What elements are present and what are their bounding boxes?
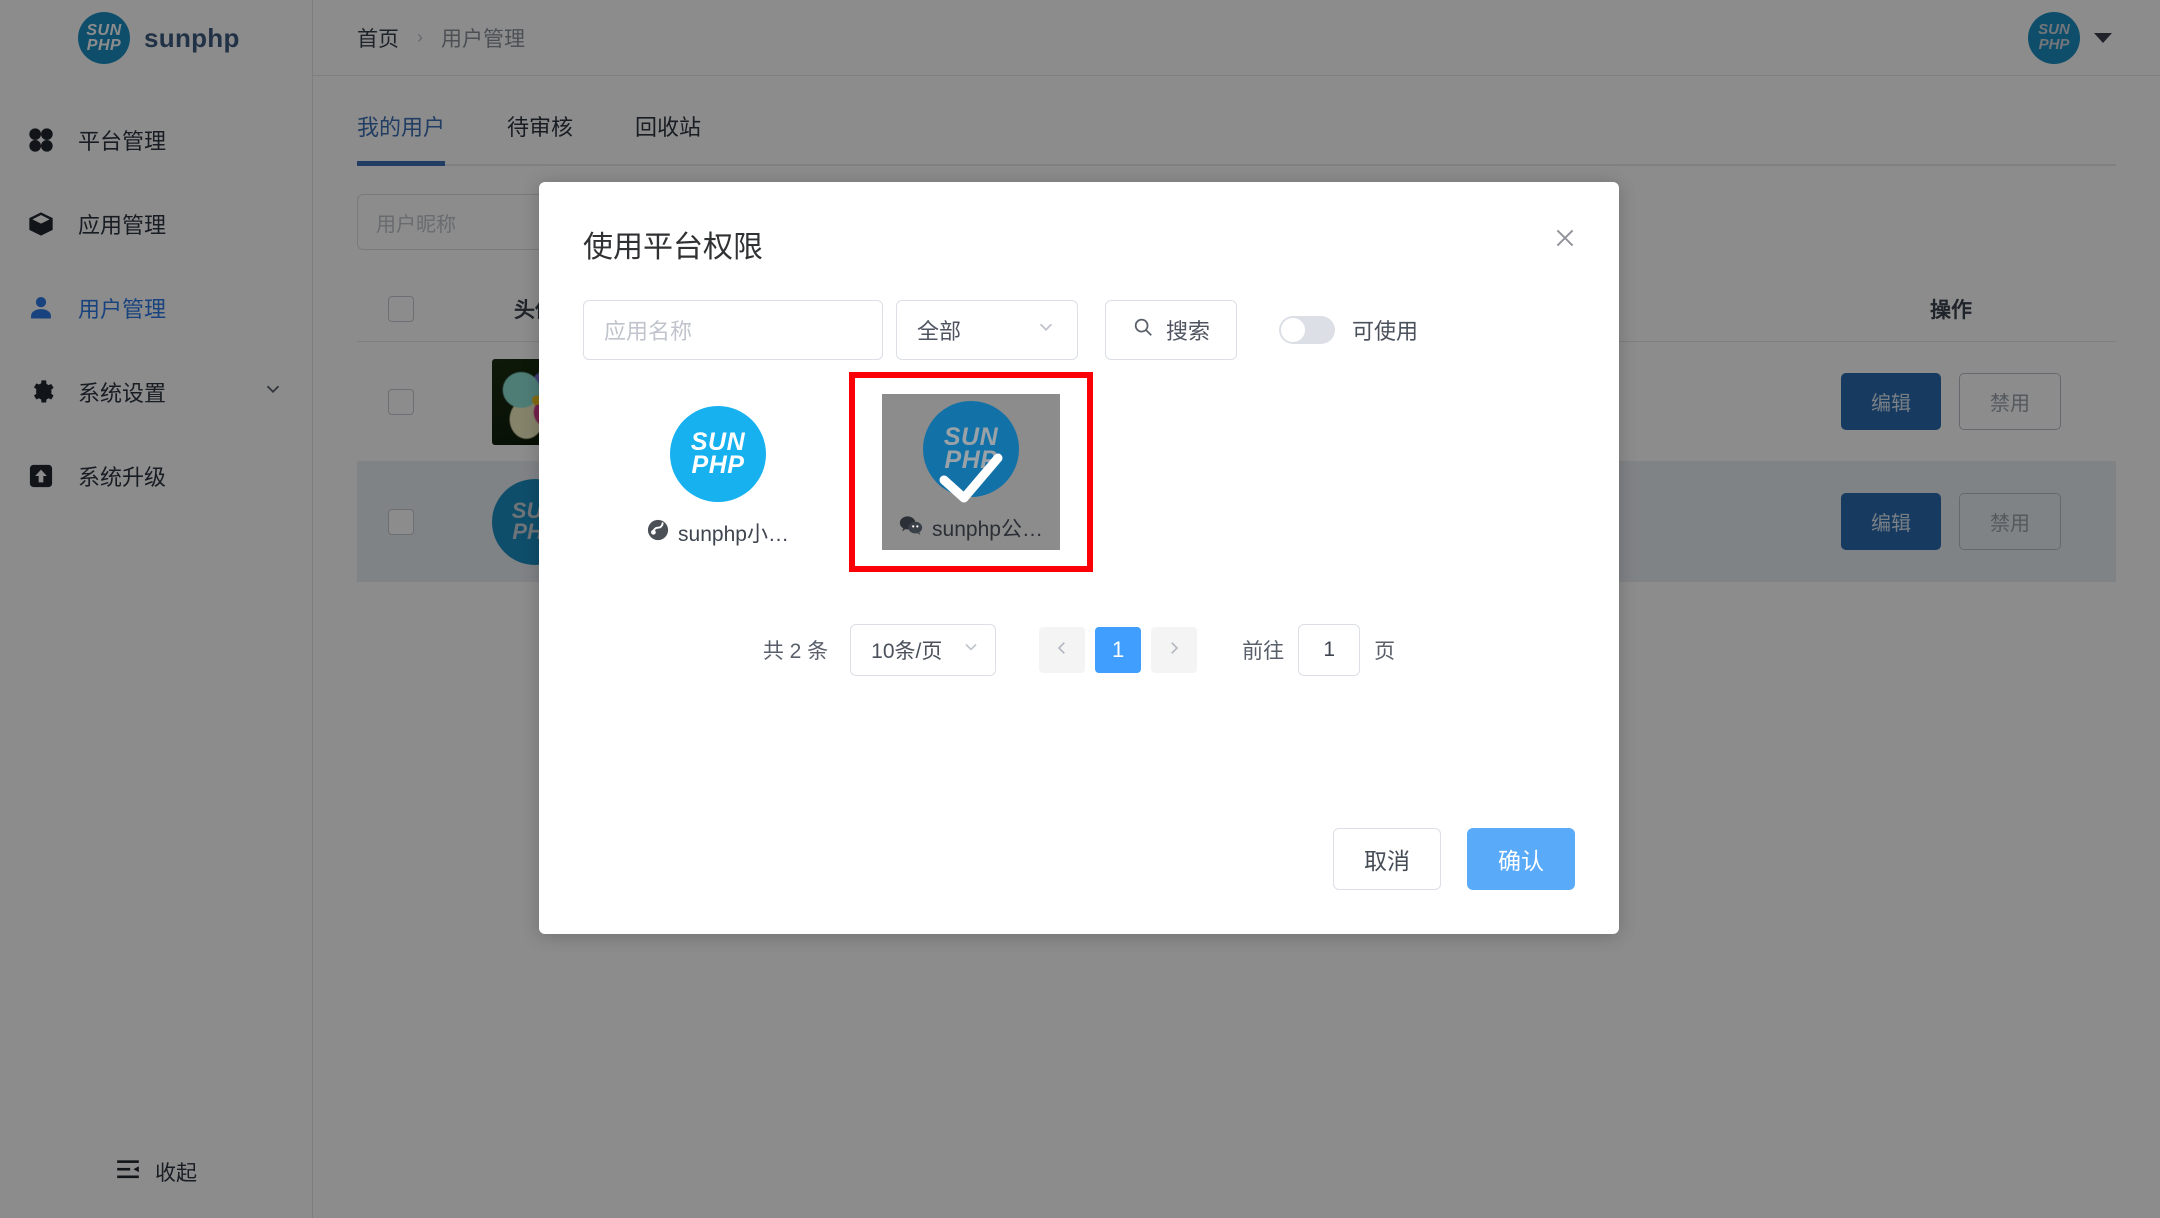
- app-card-list: SUN PHP sunphp小… SUN PHP sunphp公…: [583, 372, 1575, 572]
- annotation-highlight-box: SUN PHP sunphp公…: [849, 372, 1093, 572]
- app-type-select[interactable]: 全部: [896, 300, 1078, 360]
- page-size-select[interactable]: 10条/页: [850, 624, 997, 676]
- app-type-select-value: 全部: [917, 319, 962, 344]
- app-card-name: sunphp公…: [932, 518, 1043, 541]
- pagination-page-1[interactable]: 1: [1095, 627, 1142, 673]
- app-card-sunphp-mini[interactable]: SUN PHP sunphp小…: [630, 406, 806, 548]
- search-button-label: 搜索: [1166, 319, 1211, 344]
- close-icon[interactable]: [1545, 218, 1585, 258]
- search-icon: [1132, 316, 1154, 344]
- app-name-input[interactable]: 应用名称: [583, 300, 883, 360]
- dialog-search-row: 应用名称 全部 搜索 可使用: [583, 300, 1575, 360]
- chevron-left-icon: [1053, 637, 1071, 663]
- app-card-container: SUN PHP sunphp小…: [593, 390, 843, 572]
- check-icon: [934, 450, 1008, 513]
- app-card-label-row: sunphp小…: [647, 518, 789, 548]
- pagination-next-button[interactable]: [1151, 627, 1198, 673]
- chevron-down-icon: [961, 637, 981, 663]
- search-button[interactable]: 搜索: [1105, 300, 1238, 360]
- chevron-right-icon: [1165, 637, 1183, 663]
- page-size-value: 10条/页: [871, 640, 943, 663]
- usable-toggle-label: 可使用: [1352, 319, 1419, 344]
- usable-toggle[interactable]: [1279, 316, 1336, 344]
- app-card-selected-mask: SUN PHP sunphp公…: [882, 394, 1060, 550]
- dialog-footer: 取消 确认: [539, 828, 1619, 934]
- confirm-button[interactable]: 确认: [1467, 828, 1575, 890]
- screen-root: SUN PHP sunphp 平台管理 应用管理 用户管理 系统设置 系统升级 …: [0, 0, 2160, 1218]
- app-card-name: sunphp小…: [678, 523, 789, 546]
- usable-toggle-group: 可使用: [1279, 314, 1418, 346]
- pagination-goto-input[interactable]: 1: [1298, 624, 1361, 676]
- pagination-prev-button[interactable]: [1039, 627, 1086, 673]
- app-card-sunphp-official[interactable]: SUN PHP sunphp公…: [882, 394, 1060, 550]
- dialog-header: 使用平台权限: [539, 182, 1619, 266]
- app-logo-line2: PHP: [691, 451, 745, 479]
- dialog-title: 使用平台权限: [583, 231, 763, 264]
- app-logo-icon: SUN PHP: [670, 406, 766, 502]
- pagination-goto-label: 前往: [1242, 640, 1285, 663]
- wechat-icon: [899, 514, 923, 542]
- pagination: 共 2 条 10条/页 1 前往 1 页: [583, 624, 1575, 676]
- dialog-body: 应用名称 全部 搜索 可使用 SUN PHP sunphp小… SUN PHP …: [539, 266, 1619, 828]
- miniprogram-icon: [647, 519, 669, 547]
- app-card-container-selected: SUN PHP sunphp公…: [843, 372, 1093, 572]
- cancel-button[interactable]: 取消: [1333, 828, 1441, 890]
- pagination-goto-unit: 页: [1374, 640, 1396, 663]
- pagination-total: 共 2 条: [762, 640, 829, 663]
- platform-permission-dialog: 使用平台权限 应用名称 全部 搜索 可使用 SUN PHP sunphp小… S…: [539, 182, 1619, 934]
- app-card-label-row: sunphp公…: [899, 513, 1043, 543]
- chevron-down-icon: [1035, 316, 1057, 344]
